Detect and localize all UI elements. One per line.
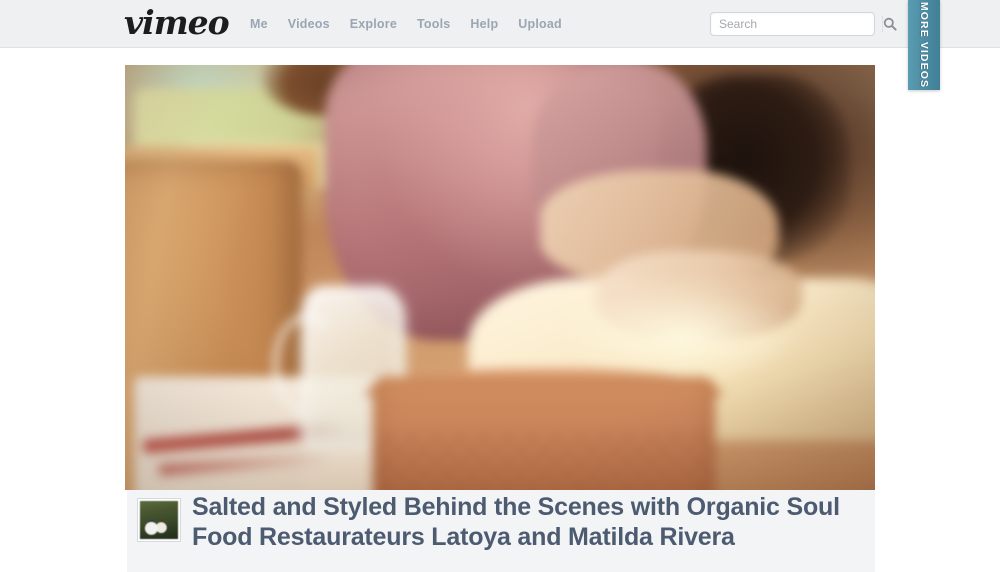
search-submit-button[interactable] xyxy=(883,13,897,35)
search-input[interactable] xyxy=(711,13,882,35)
video-info-panel: Salted and Styled Behind the Scenes with… xyxy=(127,490,875,572)
nav-item-upload[interactable]: Upload xyxy=(518,17,562,31)
main-navigation: Me Videos Explore Tools Help Upload xyxy=(250,0,562,48)
vimeo-video-page: vimeo Me Videos Explore Tools Help Uploa… xyxy=(0,0,1000,572)
video-thumbnail[interactable] xyxy=(137,498,181,542)
nav-item-videos[interactable]: Videos xyxy=(288,17,330,31)
search-box[interactable] xyxy=(710,12,897,36)
search-icon xyxy=(883,17,897,31)
video-frame xyxy=(125,65,875,490)
site-header: vimeo Me Videos Explore Tools Help Uploa… xyxy=(0,0,1000,48)
vimeo-logo[interactable]: vimeo xyxy=(124,3,242,43)
thumbnail-image xyxy=(140,501,178,539)
nav-item-explore[interactable]: Explore xyxy=(350,17,397,31)
more-videos-label: MORE VIDEOS xyxy=(918,1,930,89)
more-videos-tab[interactable]: MORE VIDEOS xyxy=(908,0,940,90)
nav-item-help[interactable]: Help xyxy=(470,17,498,31)
scene-vignette xyxy=(125,65,875,490)
nav-item-tools[interactable]: Tools xyxy=(417,17,450,31)
video-player[interactable] xyxy=(125,65,875,490)
nav-item-me[interactable]: Me xyxy=(250,17,268,31)
video-title[interactable]: Salted and Styled Behind the Scenes with… xyxy=(192,492,870,552)
